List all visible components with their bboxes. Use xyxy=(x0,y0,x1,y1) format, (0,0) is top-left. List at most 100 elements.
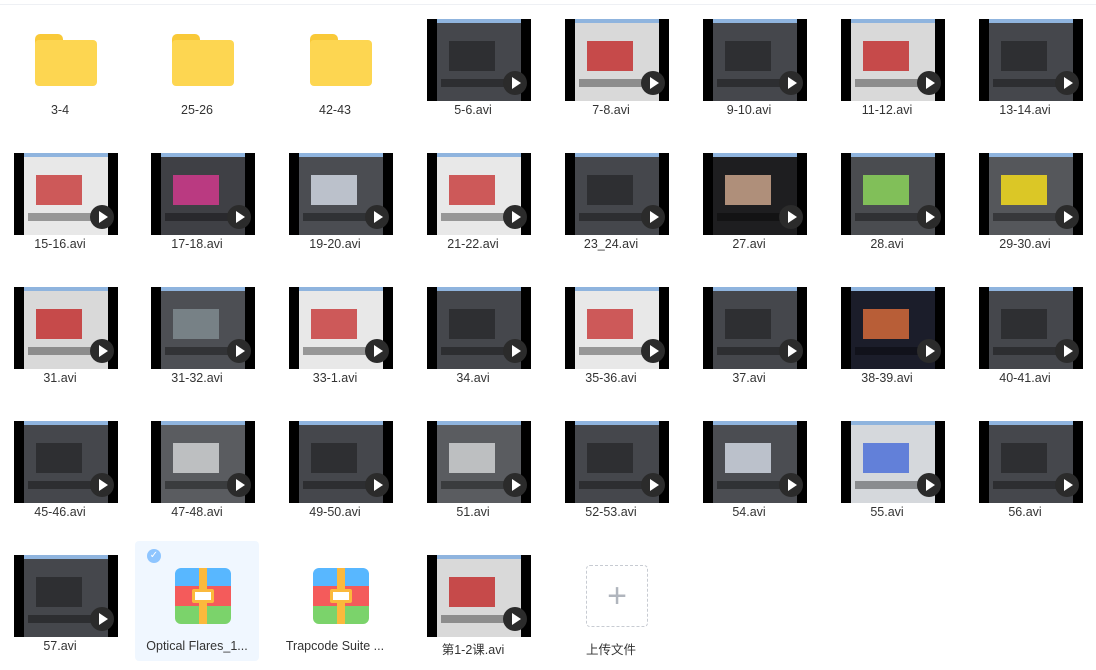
file-name-label: 9-10.avi xyxy=(726,103,772,117)
file-item[interactable]: 57.avi xyxy=(0,541,122,661)
play-icon[interactable] xyxy=(90,339,114,363)
video-thumbnail xyxy=(427,421,531,503)
file-item[interactable]: 55.avi xyxy=(825,407,949,527)
video-thumbnail xyxy=(979,421,1083,503)
file-item[interactable]: 34.avi xyxy=(411,273,535,393)
video-thumbnail xyxy=(427,555,531,637)
play-icon[interactable] xyxy=(641,205,665,229)
thumbnail xyxy=(150,19,256,101)
file-item[interactable]: 第1-2课.avi xyxy=(411,541,535,661)
thumbnail xyxy=(150,421,256,503)
file-item[interactable]: 31-32.avi xyxy=(135,273,259,393)
play-icon[interactable] xyxy=(779,205,803,229)
play-icon[interactable] xyxy=(503,473,527,497)
file-item[interactable]: 47-48.avi xyxy=(135,407,259,527)
upload-file-button[interactable]: + 上传文件 xyxy=(549,541,673,661)
play-icon[interactable] xyxy=(365,473,389,497)
play-icon[interactable] xyxy=(227,339,251,363)
play-icon[interactable] xyxy=(503,607,527,631)
file-grid: 3-4 25-26 42-43 5-6.avi 7-8.avi 9-10.avi 11-12… xyxy=(0,0,1096,670)
file-item[interactable]: 5-6.avi xyxy=(411,5,535,125)
file-item[interactable]: 49-50.avi xyxy=(273,407,397,527)
file-item[interactable]: 31.avi xyxy=(0,273,122,393)
file-item[interactable]: 40-41.avi xyxy=(963,273,1087,393)
play-icon[interactable] xyxy=(1055,339,1079,363)
play-icon[interactable] xyxy=(90,473,114,497)
play-icon[interactable] xyxy=(779,339,803,363)
play-icon[interactable] xyxy=(917,473,941,497)
file-item[interactable]: 15-16.avi xyxy=(0,139,122,259)
file-name-label: Trapcode Suite ... xyxy=(285,639,385,653)
play-icon[interactable] xyxy=(641,71,665,95)
play-icon[interactable] xyxy=(779,473,803,497)
file-item[interactable]: 19-20.avi xyxy=(273,139,397,259)
file-item[interactable]: Trapcode Suite ... xyxy=(273,541,397,661)
file-item[interactable]: 54.avi xyxy=(687,407,811,527)
file-name-label: 31-32.avi xyxy=(171,371,223,385)
thumbnail: + xyxy=(564,555,670,637)
file-item[interactable]: 23_24.avi xyxy=(549,139,673,259)
play-icon[interactable] xyxy=(90,607,114,631)
file-name-label: 28.avi xyxy=(870,237,904,251)
file-item[interactable]: 45-46.avi xyxy=(0,407,122,527)
file-item[interactable]: ✓ Optical Flares_1... xyxy=(135,541,259,661)
thumbnail xyxy=(426,555,532,637)
file-name-label: 40-41.avi xyxy=(999,371,1051,385)
file-item[interactable]: 9-10.avi xyxy=(687,5,811,125)
file-name-label: 34.avi xyxy=(456,371,490,385)
video-thumbnail xyxy=(289,287,393,369)
file-item[interactable]: 21-22.avi xyxy=(411,139,535,259)
archive-icon xyxy=(175,568,231,624)
file-item[interactable]: 42-43 xyxy=(273,5,397,125)
file-item[interactable]: 3-4 xyxy=(0,5,122,125)
play-icon[interactable] xyxy=(365,339,389,363)
file-item[interactable]: 33-1.avi xyxy=(273,273,397,393)
file-item[interactable]: 38-39.avi xyxy=(825,273,949,393)
thumbnail xyxy=(840,153,946,235)
file-item[interactable]: 11-12.avi xyxy=(825,5,949,125)
video-thumbnail xyxy=(565,287,669,369)
file-item[interactable]: 56.avi xyxy=(963,407,1087,527)
play-icon[interactable] xyxy=(90,205,114,229)
checkbox-checked-icon[interactable]: ✓ xyxy=(147,549,161,563)
file-name-label: Optical Flares_1... xyxy=(146,639,248,653)
video-thumbnail xyxy=(703,287,807,369)
play-icon[interactable] xyxy=(503,205,527,229)
video-thumbnail xyxy=(841,287,945,369)
play-icon[interactable] xyxy=(227,473,251,497)
play-icon[interactable] xyxy=(917,205,941,229)
file-name-label: 15-16.avi xyxy=(34,237,86,251)
file-item[interactable]: 17-18.avi xyxy=(135,139,259,259)
video-thumbnail xyxy=(703,421,807,503)
thumbnail xyxy=(840,19,946,101)
play-icon[interactable] xyxy=(779,71,803,95)
file-name-label: 第1-2课.avi xyxy=(441,643,505,657)
file-name-label: 55.avi xyxy=(870,505,904,519)
file-item[interactable]: 35-36.avi xyxy=(549,273,673,393)
play-icon[interactable] xyxy=(503,71,527,95)
file-name-label: 25-26 xyxy=(181,103,213,117)
play-icon[interactable] xyxy=(1055,71,1079,95)
file-item[interactable]: 51.avi xyxy=(411,407,535,527)
play-icon[interactable] xyxy=(641,339,665,363)
file-name-label: 37.avi xyxy=(732,371,766,385)
file-item[interactable]: 29-30.avi xyxy=(963,139,1087,259)
plus-icon[interactable]: + xyxy=(586,565,648,627)
file-item[interactable]: 25-26 xyxy=(135,5,259,125)
play-icon[interactable] xyxy=(503,339,527,363)
file-item[interactable]: 28.avi xyxy=(825,139,949,259)
thumbnail xyxy=(426,287,532,369)
play-icon[interactable] xyxy=(365,205,389,229)
file-item[interactable]: 7-8.avi xyxy=(549,5,673,125)
file-item[interactable]: 37.avi xyxy=(687,273,811,393)
play-icon[interactable] xyxy=(641,473,665,497)
file-item[interactable]: 27.avi xyxy=(687,139,811,259)
play-icon[interactable] xyxy=(917,339,941,363)
play-icon[interactable] xyxy=(1055,473,1079,497)
play-icon[interactable] xyxy=(917,71,941,95)
file-item[interactable]: 13-14.avi xyxy=(963,5,1087,125)
video-thumbnail xyxy=(151,287,255,369)
file-item[interactable]: 52-53.avi xyxy=(549,407,673,527)
play-icon[interactable] xyxy=(227,205,251,229)
play-icon[interactable] xyxy=(1055,205,1079,229)
